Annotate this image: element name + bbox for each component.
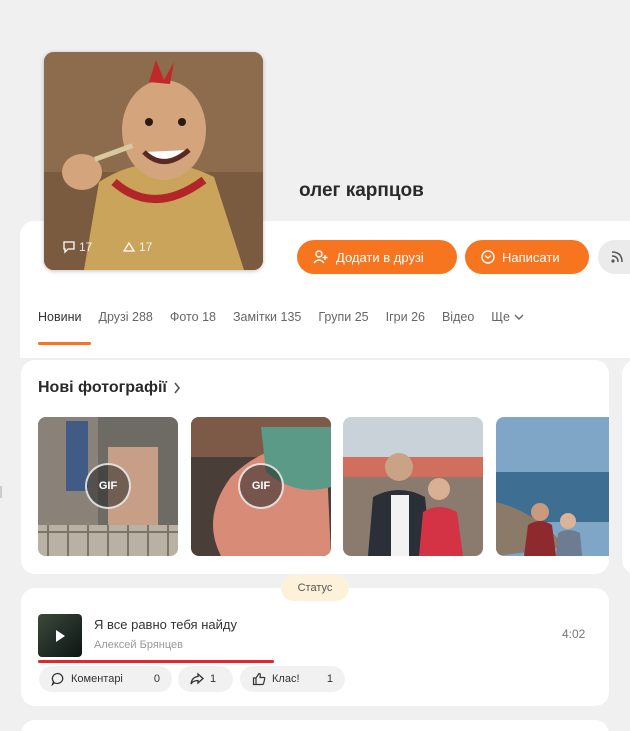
like-count: 1: [326, 673, 333, 685]
tab-video[interactable]: Відео: [442, 310, 474, 324]
share-button[interactable]: 1: [178, 666, 233, 692]
photo-thumbnail[interactable]: GIF: [38, 417, 178, 556]
active-tab-indicator: [38, 342, 91, 345]
track-progress-bar[interactable]: [38, 660, 274, 663]
photo-image: [343, 417, 483, 556]
message-icon: [481, 250, 495, 264]
tab-more-label: Ще: [491, 310, 510, 324]
tab-games[interactable]: Ігри 26: [386, 310, 425, 324]
gif-badge: GIF: [85, 463, 131, 509]
tab-more[interactable]: Ще: [491, 310, 524, 324]
status-label: Статус: [281, 575, 349, 601]
avatar-comments-count: 17: [79, 240, 93, 254]
add-friend-label: Додати в друзі: [336, 249, 424, 265]
new-photos-title[interactable]: Нові фотографії: [38, 379, 181, 397]
track-artist[interactable]: Алексей Брянцев: [94, 639, 183, 651]
comment-count: 0: [153, 673, 160, 685]
tab-photos[interactable]: Фото 18: [170, 310, 216, 324]
photo-thumbnail[interactable]: [343, 417, 483, 556]
like-label: Клас!: [272, 673, 300, 685]
share-count: 1: [210, 673, 217, 685]
share-arrow-icon: [190, 672, 204, 685]
photo-thumbnail[interactable]: GIF: [191, 417, 331, 556]
next-feed-card: [21, 720, 609, 731]
add-user-icon: [313, 250, 328, 264]
avatar-shares-stat[interactable]: 17: [122, 240, 152, 254]
tab-notes[interactable]: Замітки 135: [233, 310, 301, 324]
photo-thumbnail[interactable]: [496, 417, 609, 556]
comment-button[interactable]: Коментарі 0: [39, 666, 172, 692]
new-photos-title-label: Нові фотографії: [38, 379, 167, 396]
avatar-shares-count: 17: [139, 240, 153, 254]
write-message-label: Написати: [502, 249, 560, 265]
write-message-button[interactable]: Написати: [465, 240, 589, 274]
gif-badge: GIF: [238, 463, 284, 509]
profile-tabs: Новини Друзі 288 Фото 18 Замітки 135 Гру…: [38, 310, 541, 324]
page-edge-marker: [0, 486, 2, 498]
chevron-down-icon: [514, 314, 524, 320]
comment-icon: [63, 241, 75, 254]
track-duration: 4:02: [562, 627, 586, 641]
tab-news[interactable]: Новини: [38, 310, 82, 324]
subscribe-button[interactable]: [598, 240, 630, 274]
track-title[interactable]: Я все равно тебя найду: [94, 617, 237, 632]
profile-avatar[interactable]: [44, 52, 263, 270]
chevron-right-icon: [174, 382, 180, 394]
profile-name: олег карпцов: [299, 180, 424, 201]
like-button[interactable]: Клас! 1: [240, 666, 345, 692]
side-card-edge: [622, 360, 630, 574]
comment-label: Коментарі: [71, 673, 123, 685]
photo-image: [496, 417, 609, 556]
rss-icon: [611, 251, 623, 263]
share-icon: [122, 241, 136, 252]
avatar-illustration: [44, 52, 263, 270]
track-play-button[interactable]: [38, 614, 82, 657]
comment-icon: [51, 672, 64, 686]
avatar-comments-stat[interactable]: 17: [62, 240, 92, 254]
tab-groups[interactable]: Групи 25: [318, 310, 368, 324]
add-friend-button[interactable]: Додати в друзі: [297, 240, 457, 274]
play-icon: [56, 629, 65, 642]
thumbs-up-icon: [252, 672, 266, 686]
tab-friends[interactable]: Друзі 288: [99, 310, 153, 324]
